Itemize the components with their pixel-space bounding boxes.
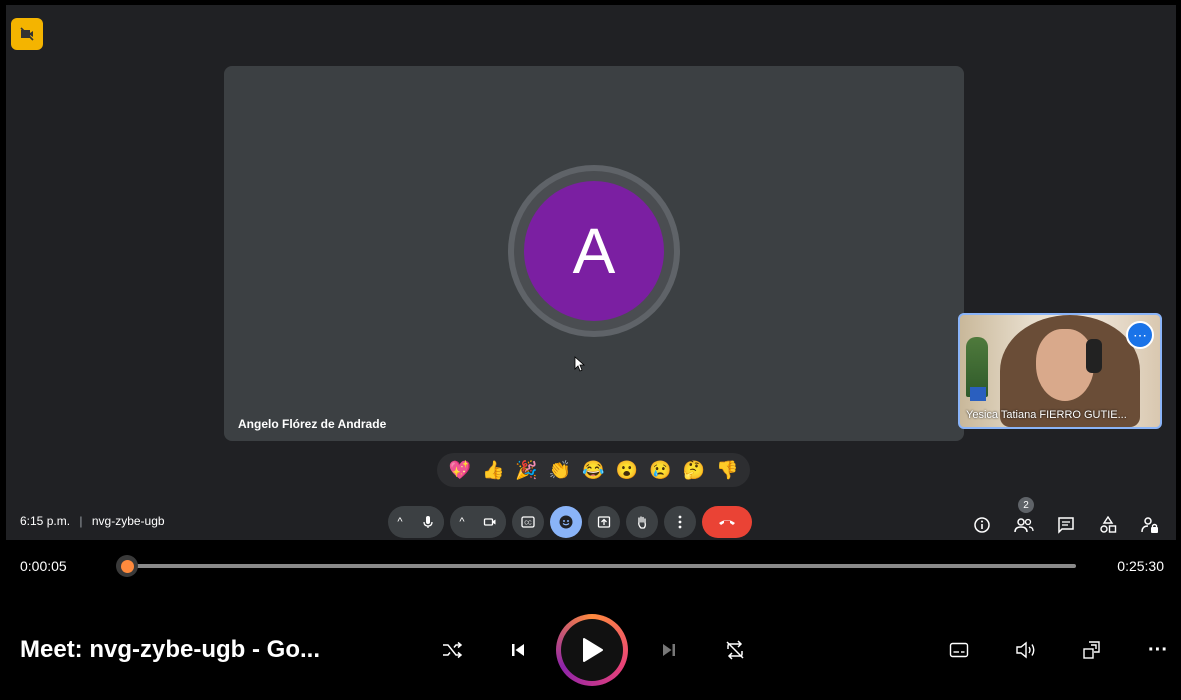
- repeat-button[interactable]: [717, 632, 753, 668]
- present-screen-button[interactable]: [588, 506, 620, 538]
- subtitles-icon: [949, 642, 969, 658]
- activities-button[interactable]: [1094, 511, 1122, 539]
- meeting-code: nvg-zybe-ugb: [91, 514, 165, 528]
- mic-control-group: ^: [388, 506, 444, 538]
- smiley-icon: [559, 515, 573, 529]
- clock-time: 6:15 p.m.: [20, 514, 71, 528]
- meeting-info: 6:15 p.m. | nvg-zybe-ugb: [20, 514, 165, 528]
- current-time: 0:00:05: [20, 558, 67, 574]
- reaction-thinking[interactable]: 🤔: [683, 460, 705, 481]
- more-options-ellipsis[interactable]: ···: [1140, 632, 1176, 668]
- mouse-cursor-icon: [574, 356, 586, 372]
- chat-button[interactable]: [1052, 511, 1080, 539]
- hand-icon: [638, 516, 646, 529]
- repeat-off-icon: [726, 640, 744, 660]
- host-controls-button[interactable]: [1136, 511, 1164, 539]
- closed-captions-icon: CC: [521, 516, 535, 528]
- shuffle-button[interactable]: [434, 632, 470, 668]
- mic-button[interactable]: [412, 506, 444, 538]
- leave-call-button[interactable]: [702, 506, 752, 538]
- camera-off-icon: [20, 27, 34, 41]
- people-button[interactable]: 2: [1010, 497, 1038, 539]
- camera-control-group: ^: [450, 506, 506, 538]
- present-icon: [597, 516, 611, 528]
- end-call-icon: [719, 520, 735, 525]
- reaction-surprised[interactable]: 😮: [616, 460, 638, 481]
- reaction-clapping[interactable]: 👏: [549, 460, 571, 481]
- vertical-dots-icon: [678, 515, 682, 529]
- participant-name: Angelo Flórez de Andrade: [238, 417, 387, 431]
- video-camera-icon: [483, 518, 496, 526]
- previous-button[interactable]: [500, 632, 536, 668]
- shuffle-icon: [443, 641, 463, 659]
- reaction-crying[interactable]: 😢: [649, 460, 671, 481]
- tile-more-options-button[interactable]: ⋯: [1126, 321, 1154, 349]
- microphone-icon: [423, 516, 433, 528]
- self-view-tile[interactable]: ⋯ Yesica Tatiana FIERRO GUTIE...: [958, 313, 1162, 429]
- lock-person-icon: [1141, 517, 1158, 533]
- seek-thumb[interactable]: [116, 555, 138, 577]
- people-icon: [1014, 518, 1034, 533]
- reaction-thumbs-up[interactable]: 👍: [482, 460, 504, 481]
- total-duration: 0:25:30: [1117, 558, 1164, 574]
- reaction-party-popper[interactable]: 🎉: [515, 460, 537, 481]
- skip-previous-icon: [512, 644, 524, 656]
- skip-next-icon: [663, 644, 675, 656]
- play-button-inner: [561, 619, 623, 681]
- more-options-button[interactable]: [664, 506, 696, 538]
- reaction-thumbs-down[interactable]: 👎: [716, 460, 738, 481]
- meeting-details-button[interactable]: [968, 511, 996, 539]
- speaker-icon: [1016, 641, 1035, 659]
- play-button[interactable]: [556, 614, 628, 686]
- reaction-sparkling-heart[interactable]: 💖: [449, 460, 471, 481]
- participant-avatar: A: [524, 181, 664, 321]
- mini-player-button[interactable]: [1074, 632, 1110, 668]
- avatar-ring: A: [508, 165, 680, 337]
- people-count-badge: 2: [1018, 497, 1034, 513]
- svg-text:CC: CC: [524, 521, 532, 527]
- main-participant-tile: A Angelo Flórez de Andrade: [224, 66, 964, 441]
- headphone-image: [1086, 339, 1102, 373]
- meet-window: A Angelo Flórez de Andrade ⋯ Yesica Tati…: [6, 5, 1176, 540]
- meeting-side-controls: 2: [968, 497, 1164, 539]
- camera-button[interactable]: [474, 506, 506, 538]
- reactions-button[interactable]: [550, 506, 582, 538]
- camera-off-badge[interactable]: [11, 18, 43, 50]
- media-title: Meet: nvg-zybe-ugb - Go...: [20, 636, 320, 663]
- captions-button[interactable]: CC: [512, 506, 544, 538]
- play-icon: [583, 638, 603, 662]
- raise-hand-button[interactable]: [626, 506, 658, 538]
- reactions-bar: 💖 👍 🎉 👏 😂 😮 😢 🤔 👎: [437, 453, 750, 487]
- activities-shapes-icon: [1100, 516, 1117, 533]
- subtitles-button[interactable]: [941, 632, 977, 668]
- reaction-laughing[interactable]: 😂: [582, 460, 604, 481]
- mic-options-chevron-up-icon[interactable]: ^: [388, 506, 412, 538]
- info-icon: [974, 517, 990, 533]
- next-button[interactable]: [651, 632, 687, 668]
- meeting-controls: ^ ^ CC: [388, 506, 752, 538]
- media-player: 0:00:05 0:25:30 Meet: nvg-zybe-ugb - Go.…: [0, 540, 1181, 700]
- camera-options-chevron-up-icon[interactable]: ^: [450, 506, 474, 538]
- volume-button[interactable]: [1008, 632, 1044, 668]
- seek-bar[interactable]: [124, 564, 1076, 568]
- pot-image: [970, 387, 986, 401]
- mini-player-icon: [1083, 641, 1100, 659]
- self-view-name: Yesica Tatiana FIERRO GUTIE...: [966, 409, 1127, 421]
- separator: |: [79, 514, 83, 528]
- chat-icon: [1058, 517, 1074, 534]
